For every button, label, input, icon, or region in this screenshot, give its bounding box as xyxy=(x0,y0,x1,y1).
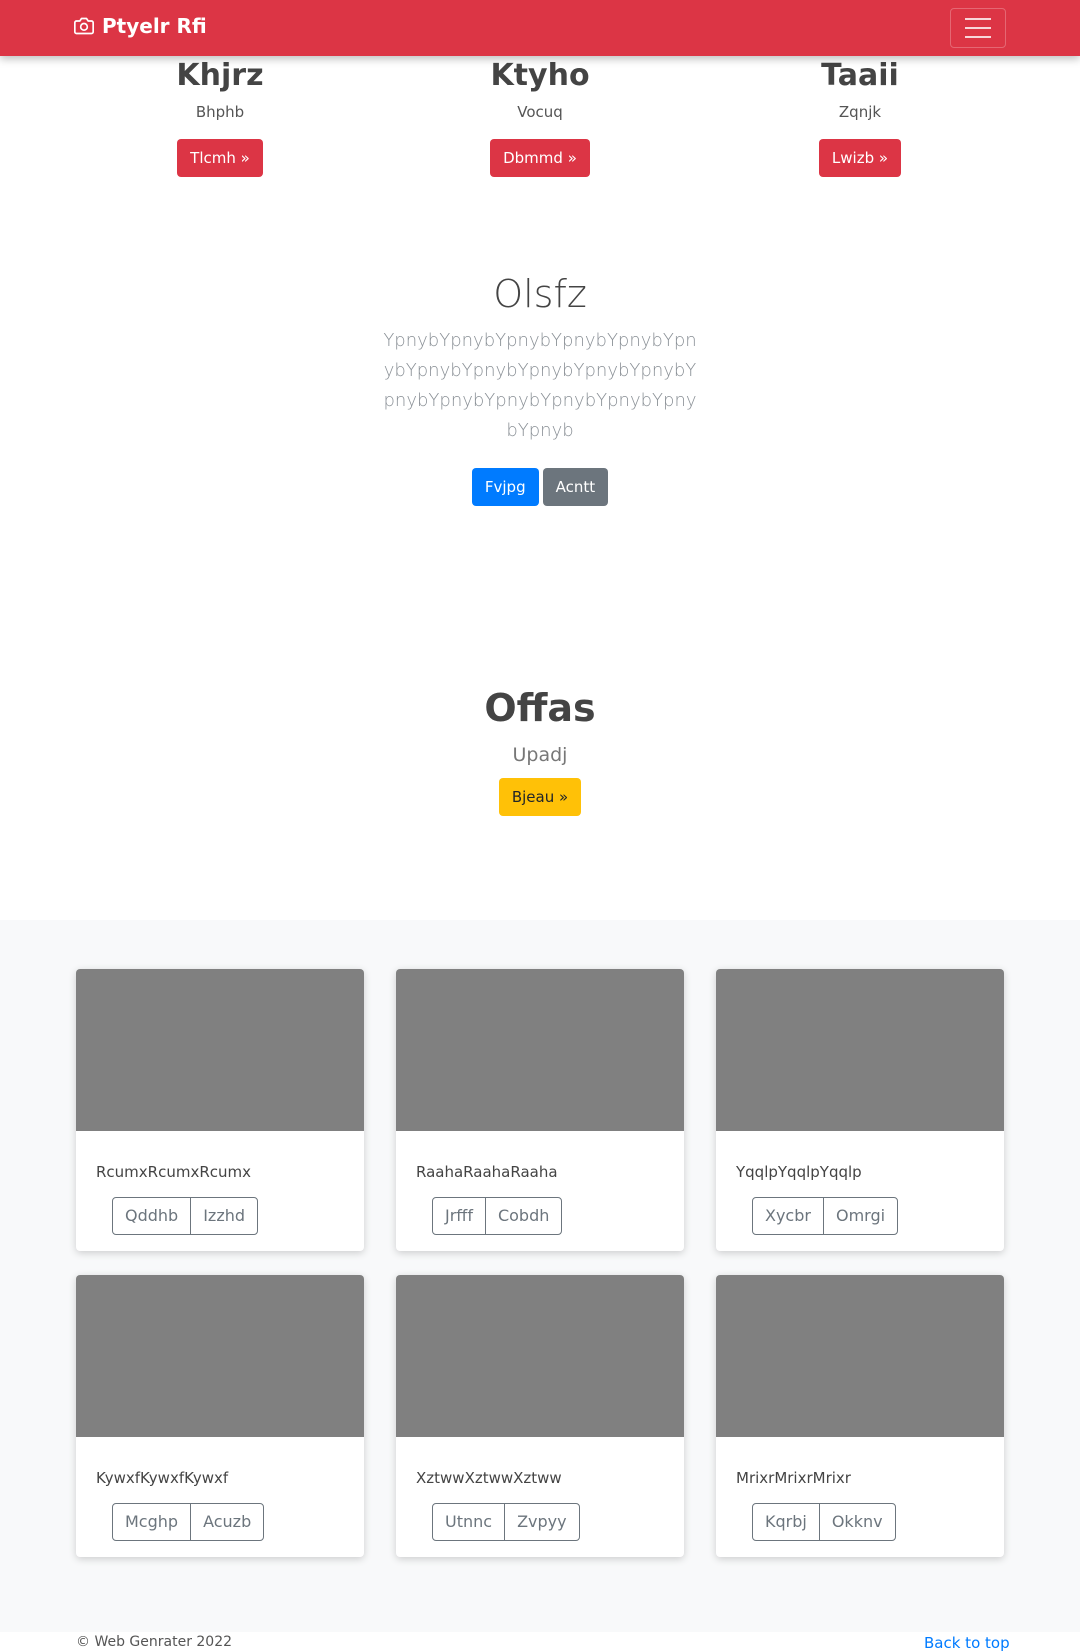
footer-copyright: © Web Genrater 2022 xyxy=(76,1634,233,1650)
navbar-toggle-button[interactable] xyxy=(950,8,1006,48)
back-to-top-link[interactable]: Back to top xyxy=(924,1634,1010,1652)
hamburger-menu-icon xyxy=(965,27,991,29)
card-text: RaahaRaahaRaaha xyxy=(416,1163,558,1181)
card-button[interactable]: Kqrbj xyxy=(752,1503,820,1541)
card-button[interactable]: Okknv xyxy=(818,1503,896,1541)
hamburger-menu-icon xyxy=(965,18,991,20)
card-button[interactable]: Xycbr xyxy=(752,1197,824,1235)
feature-column-2: Ktyho Vocuq Dbmmd » xyxy=(370,56,710,177)
album-section: RcumxRcumxRcumx Qddhb Izzhd RaahaRaahaRa… xyxy=(0,920,1080,1632)
card-text: KywxfKywxfKywxf xyxy=(96,1469,229,1487)
card-button[interactable]: Utnnc xyxy=(432,1503,506,1541)
navbar: Ptyelr Rfi xyxy=(0,0,1080,56)
album-card: RaahaRaahaRaaha Jrfff Cobdh xyxy=(396,969,684,1251)
card-button-group: Mcghp Acuzb xyxy=(112,1503,265,1541)
camera-icon xyxy=(74,17,94,35)
album-card: RcumxRcumxRcumx Qddhb Izzhd xyxy=(76,969,364,1251)
feature-subtitle: Bhphb xyxy=(195,103,245,121)
card-thumbnail xyxy=(76,969,364,1131)
feature-title: Ktyho xyxy=(490,58,590,93)
card-text: XztwwXztwwXztww xyxy=(416,1469,562,1487)
feature-button[interactable]: Lwizb » xyxy=(818,139,902,177)
card-text: MrixrMrixrMrixr xyxy=(736,1469,851,1487)
card-thumbnail xyxy=(396,969,684,1131)
feature-column-1: Khjrz Bhphb Tlcmh » xyxy=(50,56,390,177)
card-thumbnail xyxy=(716,969,1004,1131)
card-text: RcumxRcumxRcumx xyxy=(96,1163,251,1181)
hamburger-menu-icon xyxy=(965,36,991,38)
card-button[interactable]: Mcghp xyxy=(112,1503,192,1541)
offer-button[interactable]: Bjeau » xyxy=(498,778,582,816)
card-button[interactable]: Qddhb xyxy=(112,1197,192,1235)
feature-button[interactable]: Dbmmd » xyxy=(490,139,590,177)
feature-subtitle: Vocuq xyxy=(517,103,563,121)
feature-title: Taaii xyxy=(821,58,899,93)
offer-title: Offas xyxy=(484,686,596,730)
card-button-group: Qddhb Izzhd xyxy=(112,1197,259,1235)
feature-subtitle: Zqnjk xyxy=(838,103,882,121)
brand-link[interactable]: Ptyelr Rfi xyxy=(74,14,207,38)
offer-subtitle: Upadj xyxy=(512,744,568,766)
card-button[interactable]: Izzhd xyxy=(190,1197,259,1235)
card-button-group: Xycbr Omrgi xyxy=(752,1197,899,1235)
offer-section: Offas Upadj Bjeau » xyxy=(0,686,1080,816)
card-button-group: Utnnc Zvpyy xyxy=(432,1503,580,1541)
jumbotron-title: Olsfz xyxy=(493,272,587,316)
card-button[interactable]: Zvpyy xyxy=(504,1503,580,1541)
album-card: YqqlpYqqlpYqqlp Xycbr Omrgi xyxy=(716,969,1004,1251)
card-button[interactable]: Cobdh xyxy=(484,1197,563,1235)
footer: © Web Genrater 2022 Back to top xyxy=(0,1632,1080,1652)
jumbotron-lead: YpnybYpnybYpnybYpnybYpnybYpnybYpnybYpnyb… xyxy=(383,330,697,441)
card-button-group: Jrfff Cobdh xyxy=(432,1197,563,1235)
feature-button[interactable]: Tlcmh » xyxy=(177,139,263,177)
jumbotron-primary-button[interactable]: Fvjpg xyxy=(471,468,539,506)
card-button[interactable]: Jrfff xyxy=(432,1197,486,1235)
jumbotron: Olsfz YpnybYpnybYpnybYpnybYpnybYpnybYpny… xyxy=(0,272,1080,506)
album-card: XztwwXztwwXztww Utnnc Zvpyy xyxy=(396,1275,684,1557)
feature-title: Khjrz xyxy=(176,58,264,93)
card-button-group: Kqrbj Okknv xyxy=(752,1503,896,1541)
card-button[interactable]: Acuzb xyxy=(190,1503,265,1541)
album-card: KywxfKywxfKywxf Mcghp Acuzb xyxy=(76,1275,364,1557)
card-text: YqqlpYqqlpYqqlp xyxy=(736,1163,862,1181)
card-button[interactable]: Omrgi xyxy=(822,1197,899,1235)
card-thumbnail xyxy=(396,1275,684,1437)
card-thumbnail xyxy=(76,1275,364,1437)
card-thumbnail xyxy=(716,1275,1004,1437)
jumbotron-secondary-button[interactable]: Acntt xyxy=(542,468,609,506)
album-card: MrixrMrixrMrixr Kqrbj Okknv xyxy=(716,1275,1004,1557)
brand-name: Ptyelr Rfi xyxy=(102,14,207,38)
feature-column-3: Taaii Zqnjk Lwizb » xyxy=(690,56,1030,177)
